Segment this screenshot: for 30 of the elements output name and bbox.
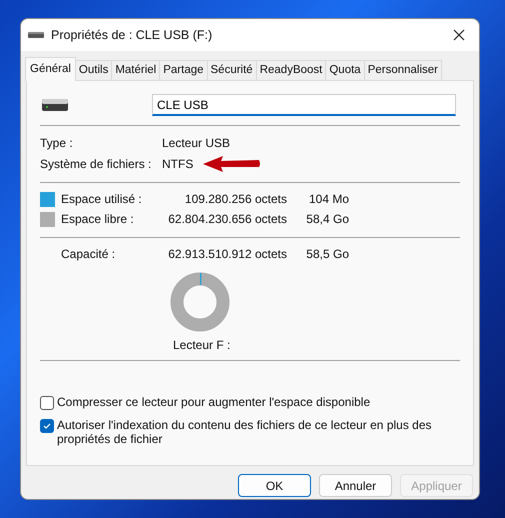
checkbox[interactable] (40, 419, 54, 433)
info-label: Type : (40, 136, 74, 150)
drive-label: Lecteur F : (172, 337, 232, 352)
space-label: Espace utilisé : (61, 192, 143, 206)
space-label: Espace libre : (61, 212, 135, 226)
tab[interactable]: Général (25, 57, 76, 81)
window-title: Propriétés de : CLE USB (F:) (51, 28, 214, 42)
tab[interactable]: Personnaliser (364, 60, 442, 80)
name-field[interactable]: CLE USB (152, 94, 456, 116)
checkmark-icon (42, 421, 52, 431)
capacity-size: 58,5 Go (305, 247, 349, 261)
info-value: NTFS (162, 156, 194, 170)
info-value: Lecteur USB (162, 136, 230, 150)
close-icon[interactable] (453, 29, 465, 41)
drive-icon (42, 97, 68, 113)
donut-drawing (170, 272, 230, 332)
dialog-button[interactable]: Annuler (319, 474, 392, 497)
capacity-label: Capacité : (61, 247, 116, 261)
space-size: 58,4 Go (305, 212, 349, 226)
space-size: 104 Mo (308, 192, 349, 206)
checkbox[interactable] (40, 396, 54, 410)
space-bytes: 62.804.230.656 octets (167, 212, 287, 226)
checkbox-label: Autoriser l'indexation du contenu des fichiers de ce lecteur en plus des propriétés de fichier (57, 418, 433, 446)
annotation-arrow (203, 156, 262, 172)
dialog-button[interactable]: OK (238, 474, 311, 497)
capacity-bytes: 62.913.510.912 octets (167, 247, 287, 261)
drive-icon (28, 31, 44, 39)
checkbox-label: Compresser ce lecteur pour augmenter l'espace disponible (57, 395, 370, 409)
space-bytes: 109.280.256 octets (184, 192, 287, 206)
info-label: Système de fichiers : (40, 156, 152, 170)
